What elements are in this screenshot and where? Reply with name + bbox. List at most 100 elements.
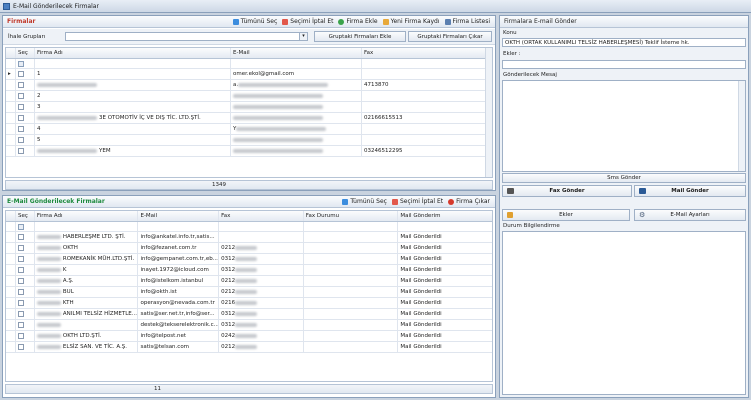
row-indicator [6,91,16,101]
cell-mail-status: Mail Gönderildi [400,300,442,306]
row-checkbox[interactable] [17,289,24,295]
table-row[interactable]: Kinayet.1972@icloud.com 0312 Mail Gönderil… [6,265,492,276]
cell-email: info@gempanet.com.tr,eb... [140,256,218,262]
table-row[interactable]: 2 [6,91,492,102]
new-firm-button[interactable]: Yeni Firma Kaydı [382,18,440,25]
row-indicator [6,254,16,264]
redacted-text [233,116,323,120]
paperclip-icon [507,212,513,218]
cell-fax: 0312 [221,322,236,328]
deselect-button[interactable]: Seçimi İptal Et [282,18,333,25]
filter-icon[interactable] [18,60,24,67]
col-mail-gonderim[interactable]: Mail Gönderim [398,211,492,221]
table-row[interactable]: 5 [6,135,492,146]
remove-icon [448,198,455,205]
remove-firm-button[interactable]: Firma Çıkar [448,198,490,205]
redacted-text [36,345,61,349]
row-checkbox[interactable] [18,137,24,143]
firmalar-panel: Firmalar Tümünü Seç Seçimi İptal Et Firm… [2,15,496,191]
table-row[interactable]: BUL info@okth.ist 0212 Mail Gönderildi [6,287,492,298]
table-row[interactable]: ANILMI TELSİZ HİZMETLE... satis@ser.net.t… [6,309,492,320]
fax-send-button[interactable]: Fax Gönder [502,185,632,197]
row-checkbox[interactable] [18,82,24,88]
firm-list-button[interactable]: Firma Listesi [444,18,490,25]
table-row[interactable]: YEM 03246512295 [6,146,492,157]
row-checkbox[interactable] [17,234,24,240]
table-row[interactable]: 3 [6,102,492,113]
cell-name: ELSİZ SAN. VE TİC. A.Ş. [62,344,127,350]
table-row[interactable]: a. 4713870 [6,80,492,91]
col-email[interactable]: E-Mail [231,48,362,58]
col-fax[interactable]: Fax [362,48,488,58]
redacted-text [233,149,323,153]
remove-group-button[interactable]: Gruptaki Firmaları Çıkar [408,31,492,42]
mesaj-textarea[interactable] [502,80,746,172]
add-group-button[interactable]: Gruptaki Firmaları Ekle [314,31,406,42]
table-row[interactable]: destek@tekserelektronik.c... 0312 Mail Gön… [6,320,492,331]
redacted-text [235,268,258,272]
email-send-title: Firmalara E-mail Gönder [504,18,577,25]
table-row[interactable]: HABERLEŞME LTD. ŞTİ. info@ankatel.info.tr… [6,232,492,243]
durum-textarea[interactable] [502,231,746,395]
table-row[interactable]: OKTH info@fezanet.com.tr 0212 Mail Gönderil… [6,243,492,254]
email-send-header: Firmalara E-mail Gönder [500,16,748,28]
deselect-button-2[interactable]: Seçimi İptal Et [391,198,443,205]
mesaj-scrollbar[interactable] [738,81,745,171]
grid-header: Seç Firma Adı E-Mail Fax Fax Durumu Mail… [6,211,492,222]
col-firma-adi[interactable]: Firma Adı [35,48,231,58]
window-title: E-Mail Gönderilecek Firmalar [13,2,99,10]
attachments-button[interactable]: Ekler [502,209,630,221]
uncheck-icon [282,18,289,25]
redacted-text [236,127,327,131]
cell-name: HABERLEŞME LTD. ŞTİ. [62,234,126,240]
row-checkbox[interactable] [17,245,24,251]
redacted-text [36,301,61,305]
table-row[interactable]: OKTH LTD.ŞTİ. info@telpost.net 0242 Mail Gö… [6,331,492,342]
filter-icon[interactable] [17,223,24,230]
table-row[interactable]: KTH operasyon@nevada.com.tr 0216 Mail Gönde… [6,298,492,309]
row-checkbox[interactable] [17,267,24,273]
row-checkbox[interactable] [18,126,24,132]
add-firm-button[interactable]: Firma Ekle [338,18,378,25]
table-row[interactable]: 4Y [6,124,492,135]
row-checkbox[interactable] [17,311,24,317]
col-email[interactable]: E-Mail [138,211,220,221]
row-checkbox[interactable] [17,300,24,306]
row-checkbox[interactable] [18,71,24,77]
cell-email: satis@ser.net.tr,info@ser... [140,311,215,317]
redacted-text [36,323,61,327]
table-row[interactable]: ▸ 1 omer.ekol@gmail.com [6,69,492,80]
sms-send-button[interactable]: Sms Gönder [502,173,746,183]
table-row[interactable]: 3E OTOMOTİV İÇ VE DIŞ TİC. LTD.ŞTİ. 02166… [6,113,492,124]
row-checkbox[interactable] [17,256,24,262]
col-firma-adi[interactable]: Firma Adı [35,211,139,221]
row-checkbox[interactable] [18,104,24,110]
row-checkbox[interactable] [17,322,24,328]
row-checkbox[interactable] [18,115,24,121]
table-row[interactable]: ROMEKANİK MÜH.LTD.ŞTİ. info@gempanet.com.… [6,254,492,265]
select-all-button-2[interactable]: Tümünü Seç [342,198,387,205]
row-checkbox[interactable] [17,333,24,339]
mail-send-button[interactable]: Mail Gönder [634,185,746,197]
row-checkbox[interactable] [18,148,24,154]
cell-name: 3E OTOMOTİV İÇ VE DIŞ TİC. LTD.ŞTİ. [99,115,201,121]
col-sec[interactable]: Seç [16,211,35,221]
table-row[interactable]: ELSİZ SAN. VE TİC. A.Ş. satis@telsan.com 0… [6,342,492,353]
chevron-down-icon[interactable]: ▾ [299,33,307,40]
konu-input[interactable]: OKTH (ORTAK KULLANIMLI TELSİZ HABERLEŞME… [502,38,746,47]
row-checkbox[interactable] [17,344,24,350]
email-settings-button[interactable]: ⚙ E-Mail Ayarları [634,209,746,221]
ihale-select[interactable]: ▾ [65,32,308,41]
col-fax[interactable]: Fax [219,211,304,221]
firmalar-scrollbar[interactable] [485,48,492,177]
table-row[interactable]: A.Ş. info@istelkom.istanbul 0212 Mail Gönde… [6,276,492,287]
cell-mail-status: Mail Gönderildi [400,245,442,251]
ekler-input[interactable] [502,60,746,69]
row-checkbox[interactable] [18,93,24,99]
col-fax-durumu[interactable]: Fax Durumu [304,211,399,221]
cell-name: 1 [37,71,41,77]
col-sec[interactable]: Seç [16,48,35,58]
select-all-button[interactable]: Tümünü Seç [232,18,277,25]
row-checkbox[interactable] [17,278,24,284]
row-indicator [6,113,16,123]
